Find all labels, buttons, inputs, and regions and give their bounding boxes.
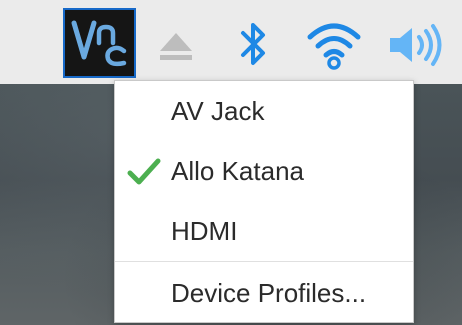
bluetooth-icon — [241, 23, 265, 65]
menu-separator — [115, 261, 413, 262]
menu-item-label: Device Profiles... — [171, 277, 367, 308]
menu-item-device-profiles[interactable]: Device Profiles... — [115, 269, 413, 317]
eject-icon — [160, 33, 192, 60]
menu-item-allo-katana[interactable]: Allo Katana — [115, 147, 413, 195]
volume-tray-button[interactable] — [384, 18, 446, 72]
audio-output-menu: AV Jack Allo Katana HDMI Device Profiles… — [114, 80, 414, 323]
menu-item-av-jack[interactable]: AV Jack — [115, 87, 413, 135]
wifi-tray-button[interactable] — [300, 16, 368, 74]
wifi-icon — [307, 23, 361, 70]
vnc-tray-button[interactable] — [63, 8, 136, 78]
volume-icon — [390, 24, 442, 66]
menu-item-label: HDMI — [171, 215, 238, 246]
menu-item-hdmi[interactable]: HDMI — [115, 207, 413, 255]
vnc-icon — [71, 20, 126, 67]
screen: AV Jack Allo Katana HDMI Device Profiles… — [0, 0, 462, 325]
bluetooth-tray-button[interactable] — [228, 16, 280, 72]
top-panel — [0, 0, 462, 84]
eject-tray-button[interactable] — [150, 24, 202, 68]
checkmark-icon — [127, 158, 161, 185]
menu-item-label: Allo Katana — [171, 155, 304, 186]
menu-item-label: AV Jack — [171, 95, 265, 126]
